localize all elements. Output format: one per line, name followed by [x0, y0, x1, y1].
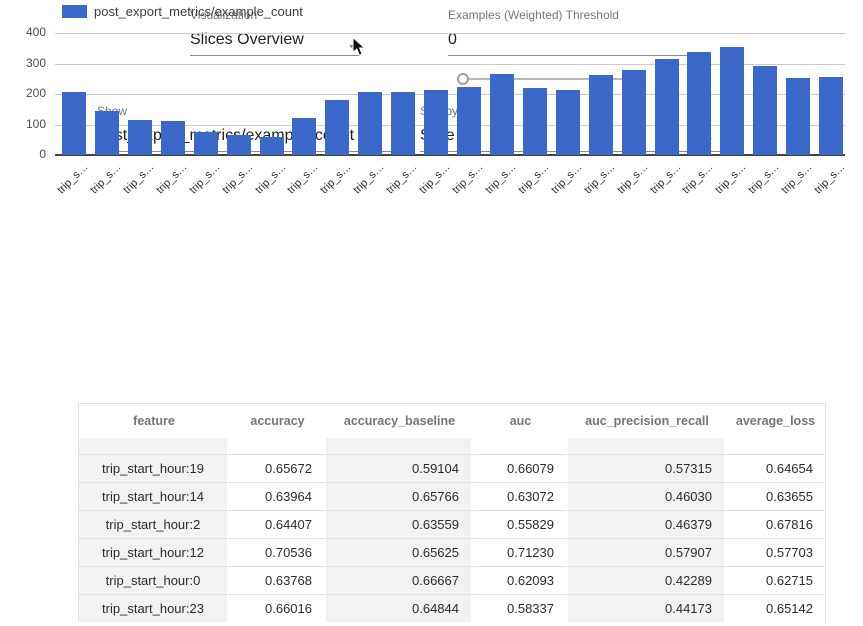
bar[interactable] [622, 70, 646, 155]
y-tick-label: 200 [6, 86, 46, 100]
table-row[interactable]: trip_start_hour:00.637680.666670.620930.… [79, 566, 825, 594]
table-cell: 0.57907 [568, 538, 726, 566]
table-cell: 0.57315 [568, 454, 726, 482]
table-cell: trip_start_hour:12 [79, 538, 229, 566]
bar[interactable] [490, 74, 514, 155]
bar[interactable] [95, 111, 119, 155]
bar[interactable] [655, 59, 679, 155]
bar[interactable] [325, 100, 349, 155]
table-cell: 0.66079 [473, 454, 568, 482]
bar[interactable] [523, 88, 547, 155]
bar[interactable] [687, 52, 711, 155]
table-cell: 0.67816 [726, 510, 825, 538]
column-header[interactable]: average_loss [726, 404, 825, 438]
bar[interactable] [391, 92, 415, 155]
table-cell: 0.46030 [568, 482, 726, 510]
table-cell: 0.65672 [229, 454, 326, 482]
table-cell: 0.58337 [473, 594, 568, 622]
bar[interactable] [227, 135, 251, 155]
table-cell: 0.71230 [473, 538, 568, 566]
table-cell: 0.62093 [473, 566, 568, 594]
column-header[interactable]: auc_precision_recall [568, 404, 726, 438]
gridline [55, 33, 845, 34]
table-cell: 0.42289 [568, 566, 726, 594]
table-cell: 0.70536 [229, 538, 326, 566]
table-cell: 0.62715 [726, 566, 825, 594]
table-cell: trip_start_hour:23 [79, 594, 229, 622]
table-cell: 0.63559 [326, 510, 473, 538]
example-count-bar-chart: post_export_metrics/example_count 0 100 20… [0, 0, 863, 210]
bar[interactable] [424, 90, 448, 155]
bar[interactable] [161, 121, 185, 155]
table-cell: 0.64844 [326, 594, 473, 622]
column-header[interactable]: feature [79, 404, 229, 438]
filter-cell [79, 438, 229, 454]
bar[interactable] [753, 66, 777, 155]
filter-cell [473, 438, 568, 454]
table-row[interactable]: trip_start_hour:120.705360.656250.712300… [79, 538, 825, 566]
table-cell: 0.65625 [326, 538, 473, 566]
table-header-row: featureaccuracyaccuracy_baselineaucauc_p… [79, 404, 825, 438]
y-tick-label: 0 [6, 147, 46, 161]
legend-label: post_export_metrics/example_count [94, 4, 303, 19]
table-cell: 0.59104 [326, 454, 473, 482]
table-cell: 0.66016 [229, 594, 326, 622]
table-cell: 0.63655 [726, 482, 825, 510]
bar[interactable] [556, 90, 580, 155]
filter-cell [326, 438, 473, 454]
table-cell: trip_start_hour:14 [79, 482, 229, 510]
table-row[interactable]: trip_start_hour:20.644070.635590.558290.… [79, 510, 825, 538]
table-cell: 0.63072 [473, 482, 568, 510]
bar[interactable] [128, 120, 152, 155]
table-row[interactable]: trip_start_hour:140.639640.657660.630720… [79, 482, 825, 510]
table-cell: 0.63768 [229, 566, 326, 594]
metrics-table: featureaccuracyaccuracy_baselineaucauc_p… [78, 403, 826, 622]
bar[interactable] [358, 92, 382, 155]
table-cell: trip_start_hour:2 [79, 510, 229, 538]
mouse-cursor-icon [352, 37, 366, 57]
table-cell: trip_start_hour:19 [79, 454, 229, 482]
column-header[interactable]: auc [473, 404, 568, 438]
legend-swatch [62, 5, 87, 18]
bar[interactable] [786, 78, 810, 155]
bar[interactable] [720, 47, 744, 155]
filter-cell [726, 438, 825, 454]
bar[interactable] [260, 137, 284, 155]
y-tick-label: 300 [6, 56, 46, 70]
table-cell: 0.55829 [473, 510, 568, 538]
column-header[interactable]: accuracy_baseline [326, 404, 473, 438]
plot-area [55, 33, 845, 155]
bar[interactable] [292, 118, 316, 155]
filter-cell [229, 438, 326, 454]
column-header[interactable]: accuracy [229, 404, 326, 438]
chart-legend: post_export_metrics/example_count [62, 4, 303, 19]
table-cell: 0.66667 [326, 566, 473, 594]
table-cell: 0.57703 [726, 538, 825, 566]
table-cell: 0.65766 [326, 482, 473, 510]
y-tick-label: 400 [6, 25, 46, 39]
table-cell: trip_start_hour:0 [79, 566, 229, 594]
table-row[interactable]: trip_start_hour:190.656720.591040.660790… [79, 454, 825, 482]
table-cell: 0.65142 [726, 594, 825, 622]
bar[interactable] [589, 75, 613, 155]
table-row[interactable]: trip_start_hour:230.660160.648440.583370… [79, 594, 825, 622]
table-cell: 0.64654 [726, 454, 825, 482]
bar[interactable] [62, 92, 86, 155]
slicing-metrics-browser: Visualization Slices Overview Examples (… [0, 0, 863, 626]
filter-row [79, 438, 825, 454]
bar[interactable] [819, 77, 843, 155]
table-cell: 0.64407 [229, 510, 326, 538]
table-cell: 0.63964 [229, 482, 326, 510]
table-cell: 0.44173 [568, 594, 726, 622]
bar[interactable] [194, 132, 218, 155]
filter-cell [568, 438, 726, 454]
table-cell: 0.46379 [568, 510, 726, 538]
y-tick-label: 100 [6, 117, 46, 131]
bar[interactable] [457, 87, 481, 155]
